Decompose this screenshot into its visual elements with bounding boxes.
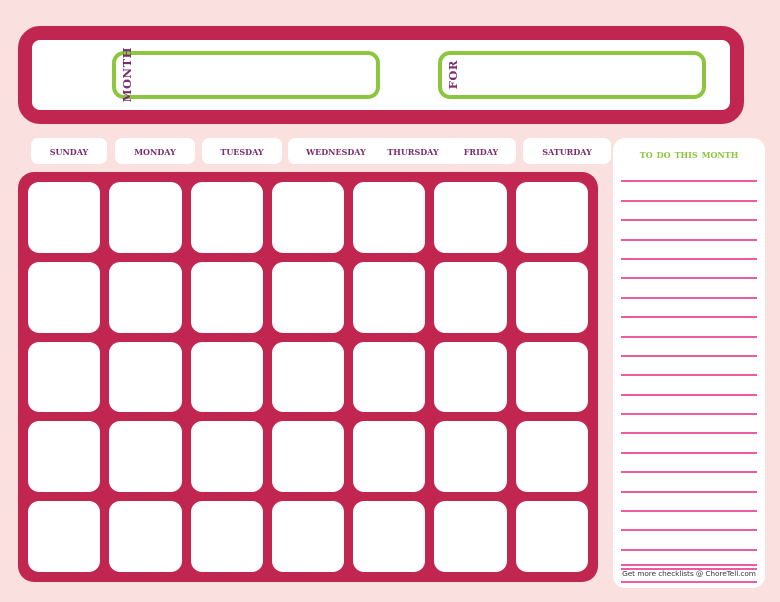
todo-line[interactable] (621, 396, 757, 416)
weekday-pill-friday: friday (446, 138, 516, 164)
weekday-pill-sunday: sunday (31, 138, 107, 164)
day-cell[interactable] (434, 261, 507, 333)
todo-line[interactable] (621, 512, 757, 532)
todo-line[interactable] (621, 454, 757, 474)
todo-line[interactable] (621, 182, 757, 202)
todo-line[interactable] (621, 202, 757, 222)
day-cell[interactable] (353, 182, 426, 253)
todo-footer-rule-bottom (621, 581, 757, 583)
todo-line[interactable] (621, 376, 757, 396)
todo-line[interactable] (621, 221, 757, 241)
weekday-pill-wednesday: wednesday (288, 138, 384, 164)
day-cell[interactable] (109, 421, 182, 493)
day-cell[interactable] (190, 501, 263, 572)
weekday-pill-saturday: saturday (523, 138, 611, 164)
day-cell[interactable] (109, 341, 182, 413)
todo-line[interactable] (621, 415, 757, 435)
weekday-pill-monday: monday (115, 138, 195, 164)
day-cell[interactable] (109, 261, 182, 333)
day-cell[interactable] (190, 341, 263, 413)
day-cell[interactable] (190, 421, 263, 493)
day-cell[interactable] (271, 341, 345, 413)
day-cell[interactable] (353, 421, 426, 493)
day-cell[interactable] (353, 341, 426, 413)
day-cell[interactable] (28, 341, 101, 413)
day-cell[interactable] (434, 501, 507, 572)
for-field-label: FOR (446, 60, 460, 90)
todo-credit-text: Get more checklists @ ChoreTell.com (622, 569, 756, 578)
day-cell[interactable] (353, 501, 426, 572)
weekday-pill-tuesday: tuesday (202, 138, 282, 164)
todo-line[interactable] (621, 338, 757, 357)
todo-line[interactable] (621, 260, 757, 280)
todo-line[interactable] (621, 434, 757, 454)
calendar-grid (18, 172, 598, 582)
header-band: MONTH FOR (18, 26, 744, 124)
day-cell[interactable] (434, 182, 507, 253)
day-cell[interactable] (515, 182, 588, 253)
todo-line[interactable] (621, 493, 757, 513)
day-cell[interactable] (109, 501, 182, 572)
month-field[interactable]: MONTH (112, 47, 380, 103)
month-field-label: MONTH (120, 47, 134, 103)
weekday-header-row: sunday monday tuesday wednesday thursday frid… (22, 138, 611, 164)
todo-lines-container (613, 163, 765, 588)
day-cell[interactable] (353, 261, 426, 333)
for-input[interactable] (461, 55, 702, 95)
todo-line[interactable] (621, 473, 757, 493)
day-cell[interactable] (271, 501, 345, 572)
todo-footer: Get more checklists @ ChoreTell.com (613, 564, 765, 588)
day-cell[interactable] (28, 501, 101, 572)
todo-line[interactable] (621, 279, 757, 299)
day-cell[interactable] (434, 341, 507, 413)
day-cell[interactable] (28, 421, 101, 493)
day-cell[interactable] (515, 501, 588, 572)
todo-line[interactable] (621, 318, 757, 338)
todo-line[interactable] (621, 357, 757, 377)
day-cell[interactable] (271, 182, 345, 253)
for-field[interactable]: FOR (438, 51, 706, 99)
todo-line[interactable] (621, 163, 757, 183)
todo-line[interactable] (621, 299, 757, 319)
day-cell[interactable] (28, 261, 101, 333)
month-input[interactable] (135, 55, 376, 95)
day-cell[interactable] (190, 261, 263, 333)
todo-panel: to do this month Get more checklists @ C… (613, 138, 765, 588)
todo-line[interactable] (621, 241, 757, 260)
day-cell[interactable] (190, 182, 263, 253)
day-cell[interactable] (28, 182, 101, 253)
day-cell[interactable] (515, 341, 588, 413)
todo-line[interactable] (621, 531, 757, 551)
day-cell[interactable] (515, 421, 588, 493)
header-fields: MONTH FOR (32, 40, 730, 110)
day-cell[interactable] (271, 261, 345, 333)
weekday-pill-thursday: thursday (371, 138, 455, 164)
day-cell[interactable] (434, 421, 507, 493)
todo-panel-title: to do this month (639, 147, 739, 161)
todo-footer-rule-top (621, 564, 757, 566)
day-cell[interactable] (271, 421, 345, 493)
day-cell[interactable] (515, 261, 588, 333)
day-cell[interactable] (109, 182, 182, 253)
